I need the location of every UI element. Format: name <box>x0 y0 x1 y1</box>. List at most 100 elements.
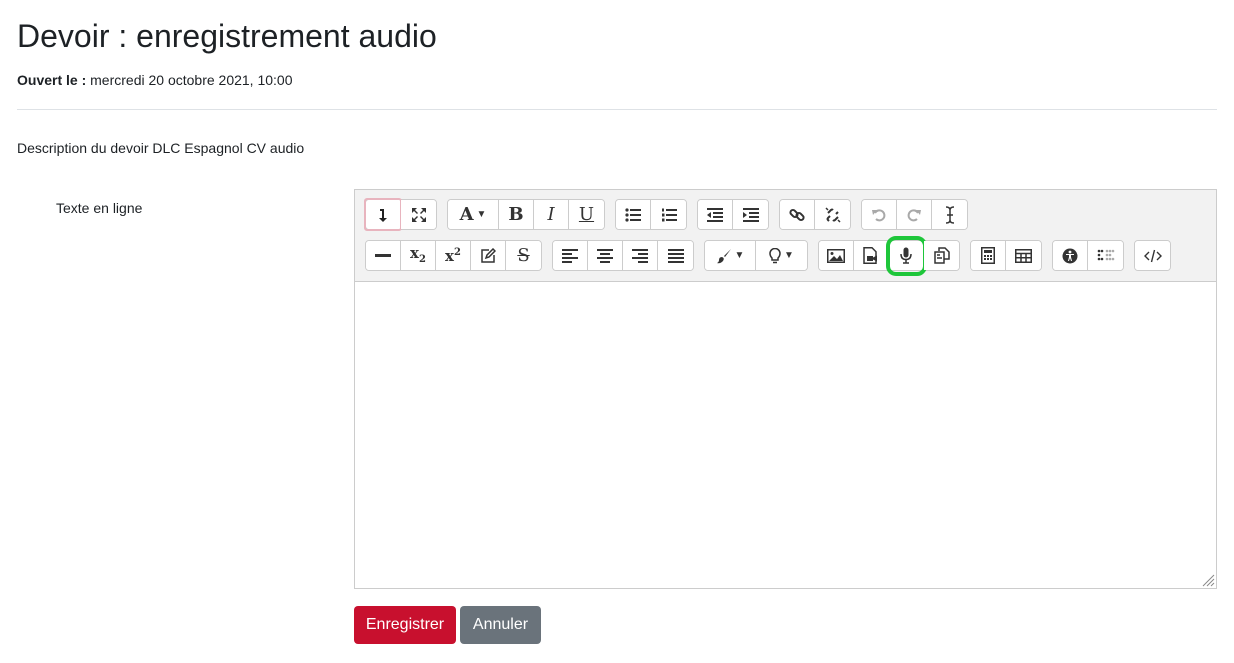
accessibility-checker-button[interactable] <box>1053 241 1088 270</box>
html-source-button[interactable] <box>1135 241 1170 270</box>
media-button[interactable] <box>854 241 889 270</box>
toolbar-group <box>861 199 968 230</box>
highlight-icon <box>769 247 781 264</box>
strikethrough-button[interactable]: S <box>506 241 541 270</box>
horizontal-rule-icon <box>375 253 391 258</box>
edit-html-icon <box>480 247 496 264</box>
link-button[interactable] <box>780 200 815 229</box>
toolbar-group <box>818 236 960 276</box>
unordered-list-button[interactable] <box>616 200 651 229</box>
image-button[interactable] <box>819 241 854 270</box>
underline-button[interactable]: U <box>569 200 604 229</box>
toolbar-toggle-button[interactable] <box>364 198 402 231</box>
italic-icon: I <box>547 203 555 225</box>
align-left-icon <box>562 248 578 263</box>
align-right-button[interactable] <box>623 241 658 270</box>
editor-content-area[interactable] <box>354 281 1217 589</box>
undo-button[interactable] <box>862 200 897 229</box>
redo-button[interactable] <box>897 200 932 229</box>
align-center-icon <box>597 248 613 263</box>
table-icon <box>1015 248 1032 263</box>
paste-button[interactable] <box>924 241 959 270</box>
table-button[interactable] <box>1006 241 1041 270</box>
bold-icon: B <box>508 203 524 225</box>
accessibility-checker-icon <box>1062 248 1078 264</box>
superscript-icon: x2 <box>445 246 461 265</box>
italic-button[interactable]: I <box>534 200 569 229</box>
chevron-down-icon: ▼ <box>734 250 745 261</box>
open-date-value: mercredi 20 octobre 2021, 10:00 <box>90 72 293 88</box>
indent-button[interactable] <box>733 200 768 229</box>
text-color-icon <box>716 248 732 264</box>
align-left-button[interactable] <box>553 241 588 270</box>
font-size-button[interactable]: A ▼ <box>448 200 499 229</box>
unlink-icon <box>824 206 841 223</box>
justify-icon <box>667 248 684 263</box>
microphone-icon <box>900 247 912 264</box>
unlink-button[interactable] <box>815 200 850 229</box>
fullscreen-button[interactable] <box>401 200 436 229</box>
horizontal-rule-button[interactable] <box>366 241 401 270</box>
open-date: Ouvert le : mercredi 20 octobre 2021, 10… <box>17 71 293 89</box>
outdent-button[interactable] <box>698 200 733 229</box>
record-audio-button[interactable] <box>886 236 927 276</box>
edit-html-button[interactable] <box>471 241 506 270</box>
indent-icon <box>742 207 759 222</box>
superscript-button[interactable]: x2 <box>436 241 471 270</box>
toolbar-group <box>1052 240 1124 271</box>
strikethrough-icon: S <box>517 244 530 266</box>
redo-icon <box>906 207 922 223</box>
subscript-button[interactable]: x2 <box>401 241 436 270</box>
chevron-down-icon: ▼ <box>476 209 487 220</box>
save-button[interactable]: Enregistrer <box>354 606 456 644</box>
clear-formatting-icon <box>944 205 956 224</box>
toolbar-row-1: A ▼ B I U <box>364 198 978 231</box>
subscript-icon: x2 <box>410 244 426 265</box>
open-date-label: Ouvert le : <box>17 72 87 88</box>
image-icon <box>827 248 845 263</box>
bold-button[interactable]: B <box>499 200 534 229</box>
media-icon <box>863 247 879 264</box>
html-source-icon <box>1143 249 1162 263</box>
toolbar-group <box>364 198 437 231</box>
paste-icon <box>933 247 950 264</box>
toolbar-group <box>779 199 851 230</box>
font-size-icon: A <box>459 203 474 225</box>
link-icon <box>789 207 805 223</box>
calculator-icon <box>981 247 995 264</box>
divider <box>17 109 1217 110</box>
justify-button[interactable] <box>658 241 693 270</box>
highlight-button[interactable]: ▼ <box>756 241 807 270</box>
resize-handle-icon[interactable] <box>1201 573 1215 587</box>
cancel-button[interactable]: Annuler <box>460 606 541 644</box>
unordered-list-icon <box>625 207 641 222</box>
clear-formatting-button[interactable] <box>932 200 967 229</box>
form-actions: Enregistrer Annuler <box>354 606 541 644</box>
screen-reader-helper-button[interactable] <box>1088 241 1123 270</box>
align-right-icon <box>632 248 648 263</box>
text-color-button[interactable]: ▼ <box>705 241 756 270</box>
toolbar-group <box>552 240 694 271</box>
online-text-label: Texte en ligne <box>56 200 143 216</box>
screen-reader-helper-icon <box>1097 249 1115 263</box>
ordered-list-icon <box>661 208 677 222</box>
toolbar-group: x2 x2 S <box>365 240 542 271</box>
toolbar-group: ▼ ▼ <box>704 240 808 271</box>
editor-toolbar: A ▼ B I U x2 x2 S ▼ ▼ <box>354 189 1217 281</box>
toolbar-group <box>1134 240 1171 271</box>
page-title: Devoir : enregistrement audio <box>17 18 437 54</box>
underline-icon: U <box>578 203 595 225</box>
toolbar-group: A ▼ B I U <box>447 199 605 230</box>
calculator-button[interactable] <box>971 241 1006 270</box>
assignment-description: Description du devoir DLC Espagnol CV au… <box>17 140 305 156</box>
chevron-down-icon: ▼ <box>784 250 794 261</box>
toolbar-group <box>697 199 769 230</box>
toolbar-group <box>615 199 687 230</box>
undo-icon <box>871 207 887 223</box>
align-center-button[interactable] <box>588 241 623 270</box>
text-editor: A ▼ B I U x2 x2 S ▼ ▼ <box>354 189 1217 589</box>
ordered-list-button[interactable] <box>651 200 686 229</box>
toolbar-group <box>970 240 1042 271</box>
toolbar-row-2: x2 x2 S ▼ ▼ <box>365 236 1181 276</box>
toolbar-toggle-icon <box>376 207 390 223</box>
